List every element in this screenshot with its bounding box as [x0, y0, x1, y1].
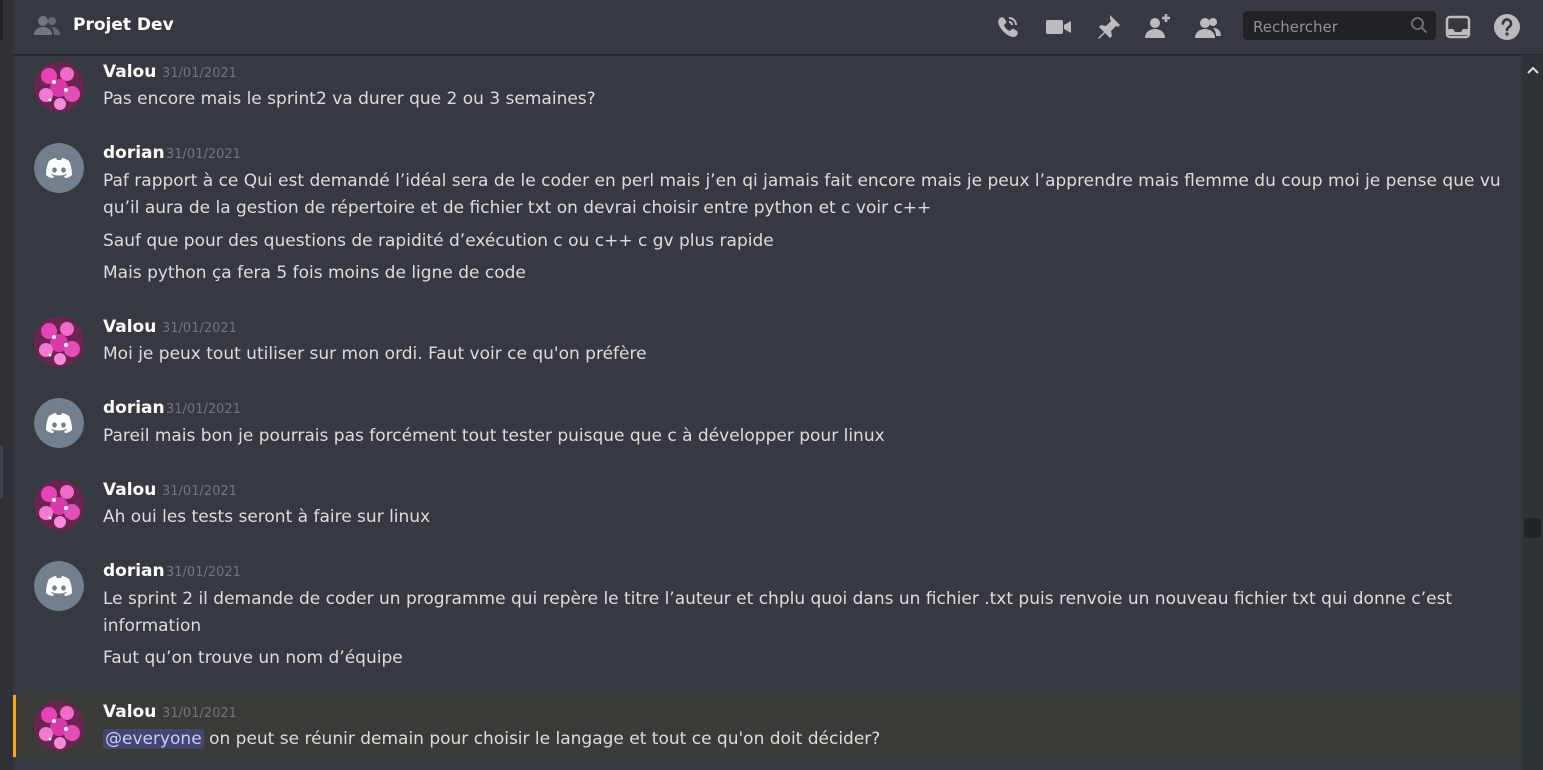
message-line: Paf rapport à ce Qui est demandé l’idéal… — [103, 171, 1501, 191]
message-item[interactable]: dorian 31/01/2021 Pareil mais bon je pou… — [13, 392, 1522, 452]
message-scrollbar[interactable] — [1522, 55, 1543, 770]
add-member-icon[interactable] — [1143, 12, 1173, 42]
message-author[interactable]: dorian — [103, 561, 165, 581]
everyone-mention[interactable]: @everyone — [103, 729, 204, 749]
discord-default-avatar[interactable] — [34, 398, 84, 448]
message-list[interactable]: Valou 31/01/2021 Pas encore mais le spri… — [13, 55, 1522, 770]
pin-icon[interactable] — [1093, 12, 1123, 42]
message-timestamp: 31/01/2021 — [162, 321, 237, 336]
scroll-up-icon[interactable] — [1527, 60, 1539, 74]
message-line: @everyone on peut se réunir demain pour … — [103, 726, 880, 752]
message-author[interactable]: dorian — [103, 398, 165, 418]
message-timestamp: 31/01/2021 — [162, 706, 237, 721]
message-text: on peut se réunir demain pour choisir le… — [209, 729, 881, 749]
members-icon[interactable] — [1193, 12, 1223, 42]
message-line: information — [103, 616, 202, 636]
channel-title: Projet Dev — [73, 15, 174, 35]
scrollbar-thumb[interactable] — [1524, 518, 1541, 538]
message-line: qu’il aura de la gestion de répertoire e… — [103, 198, 932, 218]
message-item[interactable]: Valou 31/01/2021 Ah oui les tests seront… — [13, 473, 1522, 533]
message-line: Pas encore mais le sprint2 va durer que … — [103, 89, 596, 109]
message-author[interactable]: Valou — [103, 702, 156, 722]
message-item[interactable]: Valou 31/01/2021 Pas encore mais le spri… — [13, 55, 1522, 115]
search-icon[interactable] — [1410, 16, 1428, 34]
call-icon[interactable] — [992, 12, 1022, 42]
mention-highlight-bar — [13, 695, 16, 757]
message-timestamp: 31/01/2021 — [166, 565, 241, 580]
message-timestamp: 31/01/2021 — [162, 484, 237, 499]
group-dm-icon — [33, 14, 61, 38]
flower-avatar[interactable] — [34, 701, 84, 751]
search-input[interactable] — [1251, 11, 1405, 42]
message-line: Ah oui les tests seront à faire sur linu… — [103, 507, 431, 527]
message-line: Pareil mais bon je pourrais pas forcémen… — [103, 426, 885, 446]
video-icon[interactable] — [1043, 12, 1073, 42]
message-author[interactable]: Valou — [103, 62, 156, 82]
flower-avatar[interactable] — [34, 480, 84, 530]
sidebar-scroll-thumb[interactable] — [0, 446, 3, 498]
message-line: Faut qu’on trouve un nom d’équipe — [103, 648, 403, 668]
message-line: Moi je peux tout utiliser sur mon ordi. … — [103, 344, 647, 364]
guild-sidebar-edge — [0, 0, 13, 770]
message-item-mentioned[interactable]: Valou 31/01/2021 @everyone on peut se ré… — [13, 695, 1522, 757]
sidebar-divider — [0, 0, 3, 40]
message-timestamp: 31/01/2021 — [166, 402, 241, 417]
flower-avatar[interactable] — [34, 317, 84, 367]
message-item[interactable]: dorian 31/01/2021 Paf rapport à ce Qui e… — [13, 137, 1522, 287]
message-item[interactable]: dorian 31/01/2021 Le sprint 2 il demande… — [13, 555, 1522, 675]
message-timestamp: 31/01/2021 — [166, 147, 241, 162]
message-author[interactable]: dorian — [103, 143, 165, 163]
message-author[interactable]: Valou — [103, 480, 156, 500]
inbox-icon[interactable] — [1443, 12, 1473, 42]
help-icon[interactable] — [1492, 12, 1522, 42]
message-author[interactable]: Valou — [103, 317, 156, 337]
message-line: Sauf que pour des questions de rapidité … — [103, 231, 774, 251]
flower-avatar[interactable] — [34, 62, 84, 112]
discord-default-avatar[interactable] — [34, 143, 84, 193]
search-box[interactable] — [1243, 11, 1436, 42]
channel-header: Projet Dev — [13, 0, 1543, 55]
message-item[interactable]: Valou 31/01/2021 Moi je peux tout utilis… — [13, 310, 1522, 370]
message-timestamp: 31/01/2021 — [162, 66, 237, 81]
message-line: Le sprint 2 il demande de coder un progr… — [103, 589, 1453, 609]
message-line: Mais python ça fera 5 fois moins de lign… — [103, 263, 526, 283]
discord-default-avatar[interactable] — [34, 561, 84, 611]
